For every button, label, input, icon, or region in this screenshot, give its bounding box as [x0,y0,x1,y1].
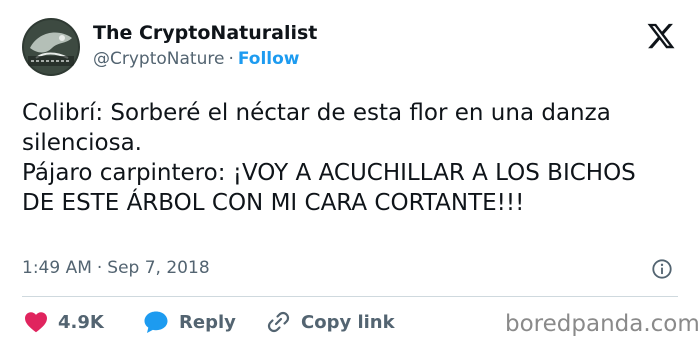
heart-icon [25,312,47,333]
handle-separator: · [228,49,234,69]
copy-link-button[interactable]: Copy link [265,310,395,334]
reply-bubble-icon [144,311,168,333]
divider [22,296,678,297]
avatar-image [22,18,80,76]
follow-button[interactable]: Follow [238,49,300,69]
copy-link-label: Copy link [301,311,395,333]
tweet-line: silenciosa. [22,130,142,156]
tweet-date: Sep 7, 2018 [107,258,210,278]
info-icon[interactable] [651,258,673,280]
author-name[interactable]: The CryptoNaturalist [93,22,317,44]
link-icon [267,311,290,333]
tweet-timestamp[interactable]: 1:49 AM · Sep 7, 2018 [22,258,210,278]
tweet-text: Colibrí: Sorberé el néctar de esta flor … [22,98,682,218]
like-count: 4.9K [58,311,104,333]
tweet-line: DE ESTE ÁRBOL CON MI CARA CORTANTE!!! [22,190,525,216]
tweet-time: 1:49 AM [22,258,92,278]
handle-row: @CryptoNature · Follow [93,49,300,69]
tweet-line: Pájaro carpintero: ¡VOY A ACUCHILLAR A L… [22,160,636,186]
timestamp-separator: · [96,258,103,278]
x-logo-icon[interactable] [646,21,676,51]
tweet-line: Colibrí: Sorberé el néctar de esta flor … [22,100,611,126]
like-button[interactable]: 4.9K [24,310,104,334]
watermark: boredpanda.com [505,311,700,337]
author-handle[interactable]: @CryptoNature [93,49,224,69]
avatar[interactable] [22,18,80,76]
reply-label: Reply [179,311,236,333]
reply-button[interactable]: Reply [143,310,236,334]
